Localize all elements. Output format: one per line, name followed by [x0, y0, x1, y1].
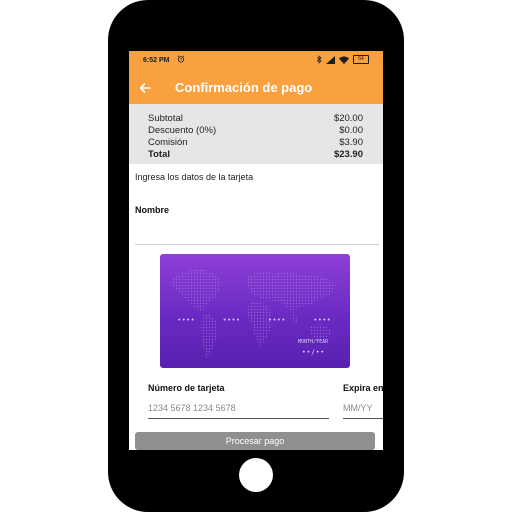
card-expiry-label: MONTH/YEAR	[298, 339, 329, 345]
summary-row-discount: Descuento (0%) $0.00	[148, 125, 363, 137]
summary-value: $3.90	[339, 137, 363, 148]
payment-summary: Subtotal $20.00 Descuento (0%) $0.00 Com…	[129, 104, 383, 164]
summary-row-total: Total $23.90	[148, 149, 363, 161]
status-icons: 64	[316, 55, 369, 64]
card-preview: •••• •••• •••• •••• MONTH/YEAR ••/••	[160, 254, 350, 368]
wifi-icon	[339, 56, 349, 64]
card-number-group: ••••	[268, 317, 287, 324]
arrow-back-icon[interactable]	[137, 80, 153, 96]
app-screen: 6:52 PM 64 Confirmación de pago Subtotal…	[129, 51, 383, 450]
card-number-group: ••••	[223, 317, 242, 324]
home-button[interactable]	[239, 458, 273, 492]
process-payment-button[interactable]: Procesar pago	[135, 432, 375, 450]
name-field[interactable]	[135, 216, 379, 245]
summary-value: $20.00	[333, 113, 363, 124]
status-bar: 6:52 PM 64	[129, 51, 383, 72]
card-number-mask: •••• •••• •••• ••••	[178, 317, 332, 324]
summary-label: Total	[148, 149, 170, 160]
card-number-group: ••••	[314, 317, 332, 324]
summary-row-subtotal: Subtotal $20.00	[148, 113, 363, 125]
status-time: 6:52 PM	[143, 57, 170, 64]
card-number-group: ••••	[178, 317, 196, 324]
alarm-icon	[177, 55, 185, 63]
signal-icon	[326, 55, 335, 64]
expiry-field[interactable]	[343, 398, 383, 419]
card-instruction: Ingresa los datos de la tarjeta	[135, 172, 254, 182]
summary-row-fee: Comisión $3.90	[148, 137, 363, 149]
page-title: Confirmación de pago	[175, 80, 313, 95]
battery-level: 64	[358, 56, 364, 62]
summary-value: $0.00	[339, 125, 363, 136]
card-number-label: Número de tarjeta	[148, 383, 225, 393]
card-expiry-mask: ••/••	[302, 349, 326, 356]
summary-value: $23.90	[333, 149, 363, 160]
app-bar: Confirmación de pago	[129, 72, 383, 104]
summary-label: Comisión	[148, 137, 188, 148]
summary-label: Subtotal	[148, 113, 183, 124]
name-label: Nombre	[135, 205, 170, 215]
card-number-field[interactable]	[148, 398, 329, 419]
bluetooth-icon	[316, 55, 322, 64]
battery-icon: 64	[353, 55, 369, 64]
summary-label: Descuento (0%)	[148, 125, 217, 136]
expiry-label: Expira en	[343, 383, 383, 393]
